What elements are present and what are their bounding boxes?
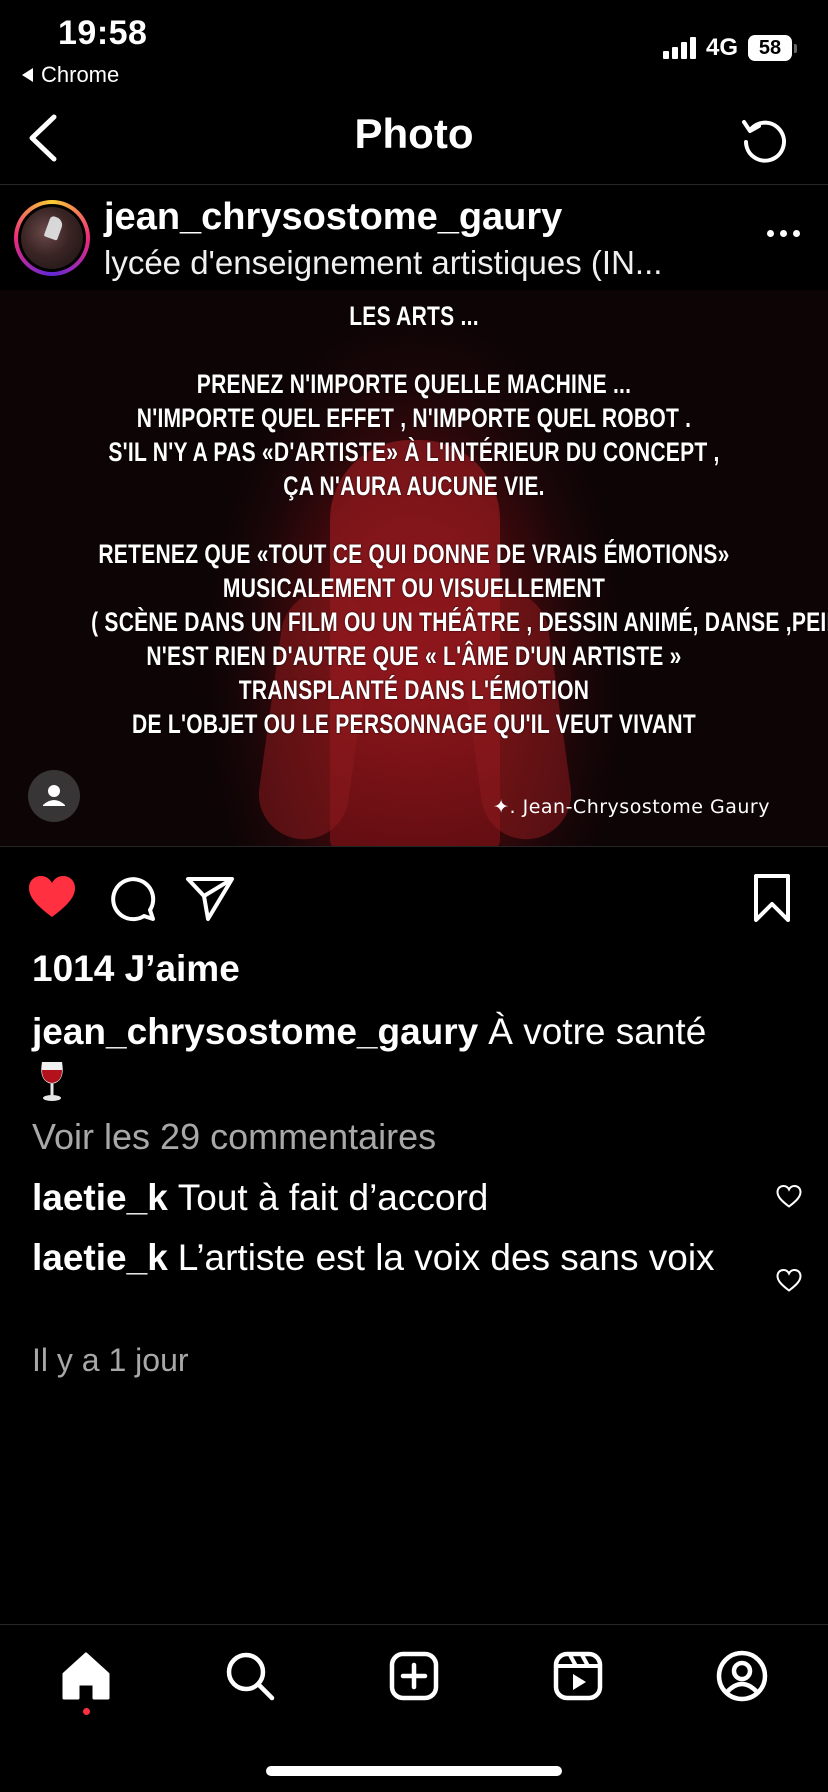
quote-line: S'IL N'Y A PAS «D'ARTISTE» À L'INTÉRIEUR… bbox=[108, 437, 720, 467]
comment-item: laetie_k L’artiste est la voix des sans v… bbox=[32, 1234, 722, 1282]
status-time: 19:58 bbox=[58, 14, 148, 52]
home-indicator bbox=[266, 1766, 562, 1776]
post-username[interactable]: jean_chrysostome_gaury bbox=[104, 196, 562, 239]
comment-icon bbox=[111, 877, 156, 922]
caption: jean_chrysostome_gaury À votre santé bbox=[32, 1008, 812, 1104]
post-timestamp: Il y a 1 jour bbox=[32, 1342, 189, 1378]
search-icon bbox=[226, 1652, 275, 1701]
refresh-button[interactable] bbox=[740, 116, 788, 164]
avatar[interactable] bbox=[14, 200, 90, 276]
network-type: 4G bbox=[705, 34, 738, 61]
quote-line bbox=[91, 503, 737, 537]
profile-icon bbox=[716, 1650, 768, 1702]
back-app-label: Chrome bbox=[41, 62, 120, 87]
quote-line: LES ARTS ... bbox=[349, 301, 479, 331]
like-button[interactable] bbox=[26, 872, 78, 924]
post-divider bbox=[0, 846, 828, 847]
quote-line: PRENEZ N'IMPORTE QUELLE MACHINE ... bbox=[196, 369, 632, 399]
more-options-button[interactable] bbox=[767, 230, 800, 237]
tagged-people-button[interactable] bbox=[28, 770, 80, 822]
reels-icon bbox=[553, 1651, 603, 1701]
home-icon bbox=[62, 1652, 110, 1700]
send-icon bbox=[186, 877, 234, 921]
quote-line: RETENEZ QUE «TOUT CE QUI DONNE DE VRAIS … bbox=[98, 539, 730, 569]
comment-button[interactable] bbox=[106, 872, 158, 924]
share-button[interactable] bbox=[184, 872, 236, 924]
comment-like-button[interactable] bbox=[776, 1268, 802, 1294]
tab-home[interactable] bbox=[58, 1648, 114, 1704]
quote-line: ÇA N'AURA AUCUNE VIE. bbox=[283, 471, 545, 501]
quote-line bbox=[91, 333, 737, 367]
comment-like-button[interactable] bbox=[776, 1184, 802, 1210]
refresh-icon bbox=[742, 120, 786, 163]
image-quote-text: LES ARTS ... PRENEZ N'IMPORTE QUELLE MAC… bbox=[91, 299, 828, 741]
wine-glass-icon bbox=[41, 1062, 63, 1101]
heart-outline-icon bbox=[776, 1268, 802, 1292]
quote-line: TRANSPLANTÉ DANS L'ÉMOTION bbox=[238, 675, 590, 705]
image-signature: ✦. Jean-Chrysostome Gaury bbox=[493, 796, 770, 818]
post-image[interactable]: LES ARTS ... PRENEZ N'IMPORTE QUELLE MAC… bbox=[0, 290, 828, 846]
tab-reels[interactable] bbox=[550, 1648, 606, 1704]
quote-line: ( SCÈNE DANS UN FILM OU UN THÉÂTRE , DES… bbox=[91, 607, 828, 637]
comment-username[interactable]: laetie_k bbox=[32, 1237, 168, 1278]
tab-profile[interactable] bbox=[714, 1648, 770, 1704]
battery-icon: 58 bbox=[748, 35, 797, 61]
save-button[interactable] bbox=[746, 872, 798, 924]
tab-bar-divider bbox=[0, 1624, 828, 1625]
person-icon bbox=[43, 785, 65, 806]
header-divider bbox=[0, 184, 828, 185]
caption-username[interactable]: jean_chrysostome_gaury bbox=[32, 1011, 478, 1052]
post-location[interactable]: lycée d'enseignement artistiques (IN... bbox=[104, 244, 662, 282]
likes-count[interactable]: 1014 J’aime bbox=[32, 948, 240, 990]
quote-line: DE L'OBJET OU LE PERSONNAGE QU'IL VEUT V… bbox=[132, 709, 696, 739]
status-indicators: 4G 58 bbox=[662, 34, 797, 62]
caption-text: À votre santé bbox=[488, 1011, 707, 1052]
back-triangle-icon bbox=[22, 68, 33, 82]
plus-square-icon bbox=[389, 1651, 439, 1701]
comment-text: Tout à fait d’accord bbox=[177, 1177, 489, 1218]
comment-username[interactable]: laetie_k bbox=[32, 1177, 168, 1218]
tab-search[interactable] bbox=[222, 1648, 278, 1704]
page-title: Photo bbox=[354, 110, 474, 157]
quote-line: N'EST RIEN D'AUTRE QUE « L'ÂME D'UN ARTI… bbox=[146, 641, 682, 671]
back-to-app-link[interactable]: Chrome bbox=[22, 62, 119, 88]
notification-dot bbox=[83, 1708, 90, 1715]
bookmark-icon bbox=[754, 874, 790, 922]
view-all-comments-link[interactable]: Voir les 29 commentaires bbox=[32, 1116, 436, 1158]
signal-icon bbox=[662, 37, 696, 59]
quote-line: MUSICALEMENT OU VISUELLEMENT bbox=[222, 573, 606, 603]
heart-filled-icon bbox=[29, 876, 75, 917]
avatar-image bbox=[21, 207, 83, 269]
battery-level: 58 bbox=[758, 36, 782, 59]
tab-create[interactable] bbox=[386, 1648, 442, 1704]
comment-text: L’artiste est la voix des sans voix bbox=[177, 1237, 715, 1278]
comment-item: laetie_k Tout à fait d’accord bbox=[32, 1174, 722, 1222]
heart-outline-icon bbox=[776, 1184, 802, 1208]
quote-line: N'IMPORTE QUEL EFFET , N'IMPORTE QUEL RO… bbox=[136, 403, 692, 433]
